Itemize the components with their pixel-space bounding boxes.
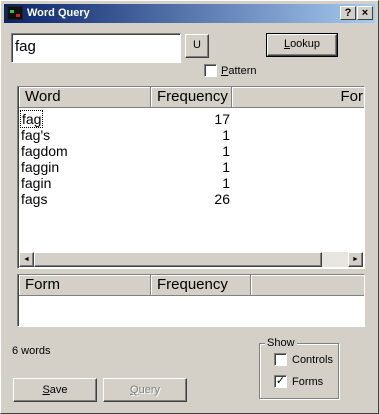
word-cell: faggin [21,159,60,175]
word-count-label: 6 words [12,345,51,357]
results-table[interactable]: Word Frequency For fag 17 fag's 1 fagdom… [17,86,365,269]
app-icon [7,6,23,20]
word-cell: fagin [21,175,52,191]
title-bar[interactable]: Word Query ? × [4,4,375,23]
lookup-button-frame[interactable]: Lookup [266,33,338,57]
save-mnemonic: S [42,384,50,396]
scroll-left-button[interactable]: ◄ [19,252,34,267]
column-header-frequency[interactable]: Frequency [151,87,232,108]
scrollbar-thumb[interactable] [34,252,322,267]
table-row[interactable]: fagdom 1 [20,143,230,159]
lookup-button[interactable]: Lookup [267,34,337,56]
pattern-checkbox[interactable] [204,64,217,77]
help-button[interactable]: ? [340,6,356,20]
window-title: Word Query [27,7,90,19]
word-cell: fagdom [21,143,68,159]
query-mnemonic: Q [130,384,139,396]
frequency-cell: 1 [222,143,230,159]
pattern-label: Pattern [221,65,257,77]
lookup-label: ookup [290,38,321,50]
scroll-right-button[interactable]: ► [348,252,363,267]
u-button[interactable]: U [185,34,209,58]
frequency-cell: 26 [214,191,230,207]
forms-label: Forms [292,376,324,388]
column-header-forms[interactable]: For [232,87,364,108]
frequency-cell: 1 [222,175,230,191]
controls-label: Controls [292,354,333,366]
table-row[interactable]: faggin 1 [20,159,230,175]
table-row[interactable]: fag's 1 [20,127,230,143]
forms-table[interactable]: Form Frequency [17,274,365,327]
frequency-cell: 1 [222,127,230,143]
table-row[interactable]: fagin 1 [20,175,230,191]
close-button[interactable]: × [357,6,373,20]
frequency-cell: 17 [214,111,230,127]
table-row[interactable]: fags 26 [20,191,230,207]
column-header-word[interactable]: Word [19,87,151,108]
horizontal-scrollbar[interactable]: ◄ ► [19,252,363,267]
word-input-value: fag [15,38,36,55]
column-header-form-frequency[interactable]: Frequency [151,275,251,296]
save-button[interactable]: Save [13,378,97,402]
frequency-cell: 1 [222,159,230,175]
forms-checkbox[interactable]: ✓ [274,375,287,388]
word-cell: fag [19,110,44,128]
column-header-form[interactable]: Form [19,275,151,296]
query-button[interactable]: Query [103,378,187,402]
word-input[interactable]: fag [11,33,181,63]
word-query-window: Word Query ? × fag U Lookup Pattern Word… [0,0,379,414]
query-label: uery [138,384,160,396]
controls-checkbox[interactable] [274,353,287,366]
word-cell: fags [21,191,48,207]
save-label: ave [49,384,68,396]
show-group [259,343,339,399]
column-header-blank [251,275,364,296]
table-row[interactable]: fag 17 [19,110,230,128]
u-button-label: U [193,39,201,51]
show-group-label: Show [265,337,297,349]
word-cell: fag's [21,127,51,143]
